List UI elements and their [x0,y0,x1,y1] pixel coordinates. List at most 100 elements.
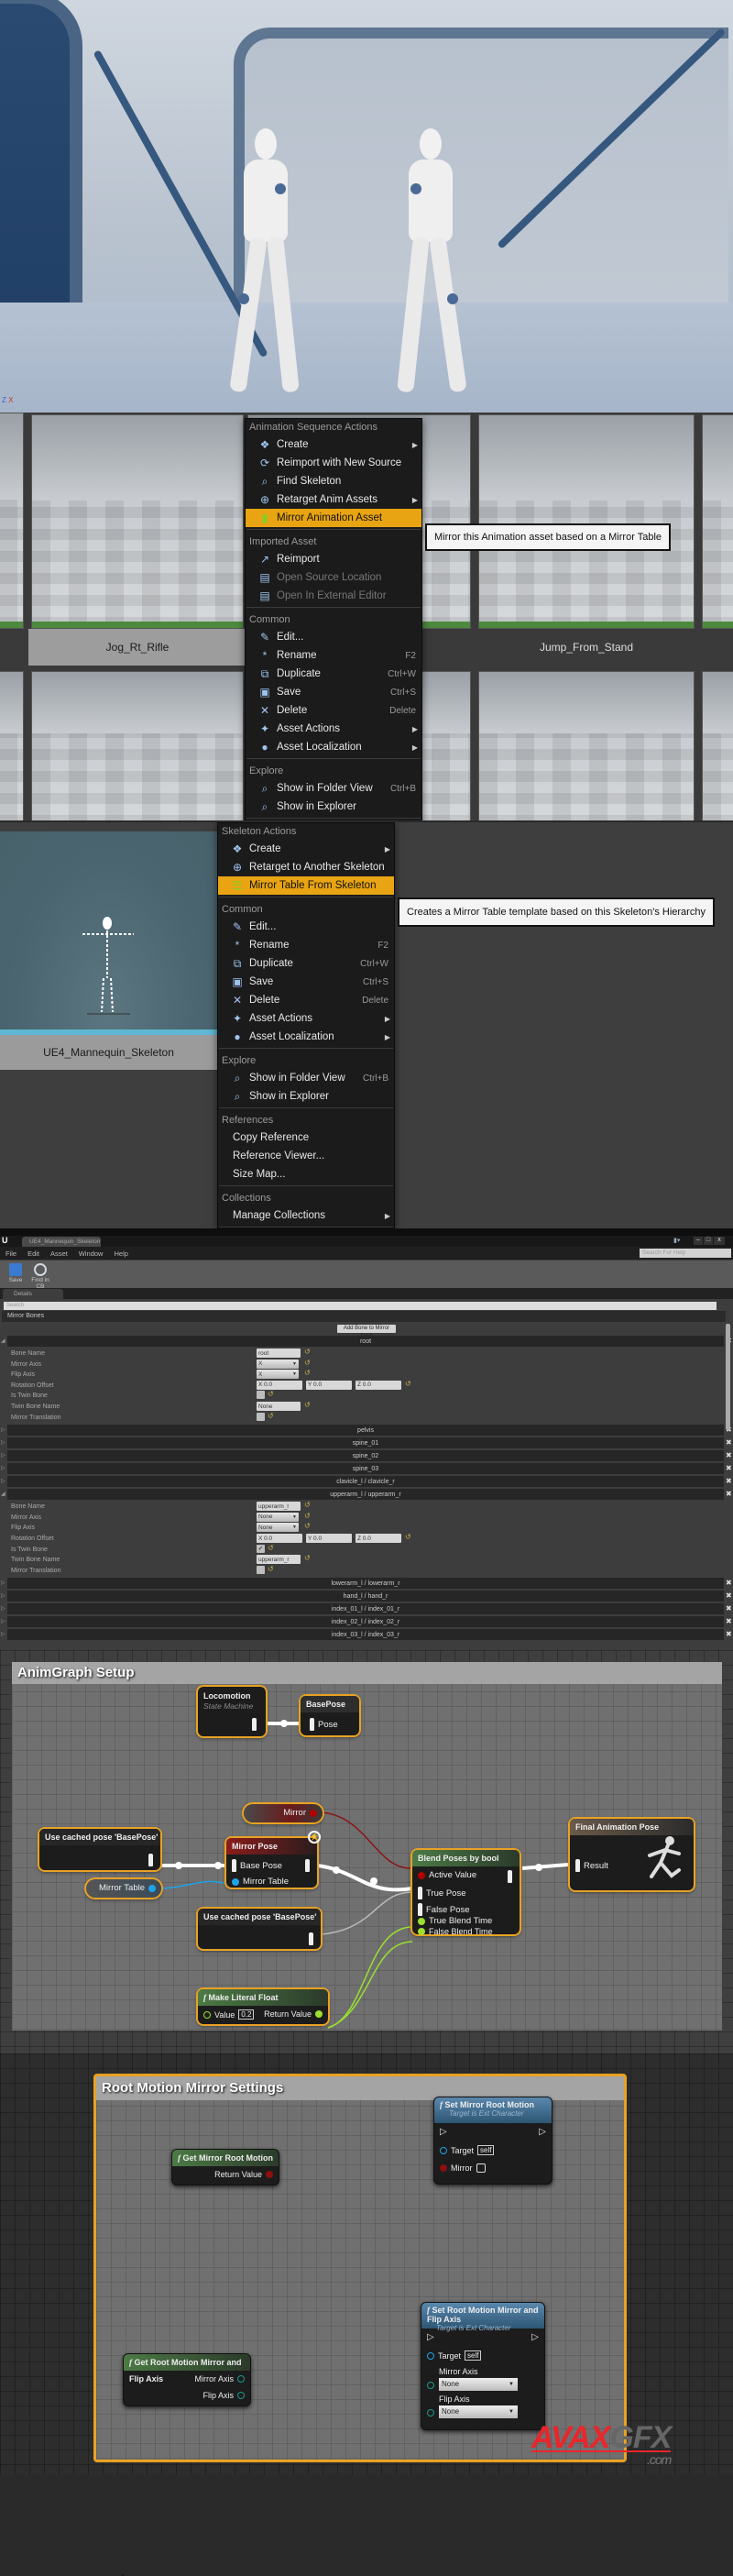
bone-entry-header[interactable]: clavicle_l / clavicle_r [7,1476,724,1488]
exec-out-pin-icon[interactable]: ▷ [531,2332,539,2342]
dropdown-mirror-axis[interactable]: X ▼ [257,1359,299,1369]
target-input[interactable]: self [465,2350,482,2361]
pose-pin-icon[interactable] [575,1859,580,1872]
menu-item-show-in-explorer[interactable]: ⌕ Show in Explorer [246,798,421,816]
enum-pin-icon[interactable] [237,2375,245,2383]
menu-item-duplicate[interactable]: ⧉ Duplicate Ctrl+W [218,954,394,973]
struct-pin-icon[interactable] [232,1877,239,1886]
asset-thumbnail[interactable] [0,413,24,629]
remove-entry-icon[interactable]: ✖ [726,1477,732,1485]
menu-item-reimport[interactable]: ↗ Reimport [246,550,421,568]
reset-icon[interactable]: ↺ [268,1544,274,1552]
bone-entry-header[interactable]: index_02_l / index_02_r [7,1616,724,1628]
node-cached-pose-2[interactable]: Use cached pose 'BasePose' [198,1909,321,1949]
bone-entry-header[interactable]: spine_01 [7,1437,724,1449]
remove-entry-icon[interactable]: ✖ [726,1617,732,1625]
reset-icon[interactable]: ↺ [304,1501,311,1509]
pose-pin-icon[interactable] [418,1903,422,1916]
menu-item-save[interactable]: ▣ Save Ctrl+S [246,683,421,701]
menu-item-retarget-to-another-skeleton[interactable]: ⊕ Retarget to Another Skeleton [218,858,394,876]
expand-arrow-icon[interactable]: ▷ [1,1580,5,1586]
reset-icon[interactable]: ↺ [304,1512,311,1520]
text-field-bone-name[interactable]: root [257,1349,301,1358]
reset-icon[interactable]: ↺ [304,1369,311,1377]
expand-arrow-icon[interactable]: ▷ [1,1439,5,1446]
node-get-mirror-root-motion[interactable]: f Get Mirror Root Motion Return Value [171,2149,279,2185]
menu-item-edit[interactable]: ✎ Edit... [246,628,421,646]
bone-entry-header[interactable]: index_01_l / index_01_r [7,1603,724,1615]
reset-icon[interactable]: ↺ [304,1401,311,1409]
menu-item-rename[interactable]: * Rename F2 [218,936,394,954]
reset-icon[interactable]: ↺ [304,1522,311,1530]
asset-label[interactable]: Jump_From_Stand [478,629,695,666]
bone-entry-header[interactable]: index_03_l / index_03_r [7,1629,724,1641]
enum-pin-icon[interactable] [237,2392,245,2399]
skeleton-asset-label[interactable]: UE4_Mannequin_Skeleton [0,1035,217,1070]
node-set-root-motion-axis[interactable]: f Set Root Motion Mirror and Flip Axis Ta… [421,2302,545,2430]
remove-entry-icon[interactable]: ✖ [726,1438,732,1447]
pose-pin-icon[interactable] [418,1887,422,1899]
expand-arrow-icon[interactable]: ◢ [1,1338,5,1344]
reset-icon[interactable]: ↺ [268,1412,274,1420]
level-viewport[interactable]: Z X [0,0,733,413]
node-blend-poses-by-bool[interactable]: Blend Poses by bool Active Value True Po… [412,1850,520,1936]
menu-item-reference-viewer[interactable]: Reference Viewer... [218,1147,394,1165]
reset-icon[interactable]: ↺ [268,1565,274,1573]
text-field-bone-name[interactable]: upperarm_l [257,1502,301,1512]
node-set-mirror-root-motion[interactable]: f Set Mirror Root Motion Target is Ext Ch… [433,2097,552,2185]
node-cached-pose-1[interactable]: Use cached pose 'BasePose' [39,1829,160,1870]
reset-icon[interactable]: ↺ [304,1554,311,1562]
pose-pin-icon[interactable] [232,1859,236,1872]
pose-output-pin-icon[interactable] [508,1870,512,1883]
expand-arrow-icon[interactable]: ◢ [1,1491,5,1497]
remove-entry-icon[interactable]: ✖ [726,1604,732,1613]
menu-item-show-in-explorer[interactable]: ⌕ Show in Explorer [218,1087,394,1106]
menu-item-asset-actions[interactable]: ✦ Asset Actions ▶ [246,720,421,738]
expand-arrow-icon[interactable]: ▷ [1,1478,5,1484]
expand-arrow-icon[interactable]: ▷ [1,1631,5,1637]
menu-item-delete[interactable]: ✕ Delete Delete [246,701,421,720]
node-get-root-motion-axis[interactable]: f Get Root Motion Mirror and Flip Axis M… [123,2353,251,2406]
dropdown-flip-axis[interactable]: X ▼ [257,1370,299,1380]
float-pin-icon[interactable] [315,2010,323,2018]
reset-icon[interactable]: ↺ [304,1359,311,1367]
var-mirror-table[interactable]: Mirror Table [86,1879,161,1898]
dropdown-flip-axis[interactable]: None ▼ [257,1523,299,1533]
remove-entry-icon[interactable]: ✖ [726,1464,732,1472]
checkbox-mirror-translation[interactable] [257,1412,265,1421]
bone-entry-header[interactable]: upperarm_l / upperarm_r [7,1489,724,1501]
reset-icon[interactable]: ↺ [405,1380,411,1388]
menu-item-manage-collections[interactable]: Manage Collections ▶ [218,1206,394,1225]
menu-item-duplicate[interactable]: ⧉ Duplicate Ctrl+W [246,665,421,683]
object-pin-icon[interactable] [427,2351,434,2360]
rotation-offset-x[interactable]: X 0.0 [257,1534,302,1543]
pose-pin-icon[interactable] [252,1718,257,1731]
menu-item-show-in-folder-view[interactable]: ⌕ Show in Folder View Ctrl+B [246,779,421,798]
menu-item-copy-reference[interactable]: Copy Reference [218,1128,394,1147]
menu-item-asset-localization[interactable]: ● Asset Localization ▶ [246,738,421,756]
remove-entry-icon[interactable]: ✖ [726,1579,732,1587]
checkbox-is-twin[interactable] [257,1391,265,1400]
text-field-twin-name[interactable]: None [257,1402,301,1411]
pose-pin-icon[interactable] [309,1932,313,1945]
bool-pin-icon[interactable] [440,2164,447,2172]
float-pin-icon[interactable] [418,1928,425,1935]
remove-entry-icon[interactable]: ✖ [726,1591,732,1600]
asset-thumbnail[interactable] [0,671,24,820]
expand-arrow-icon[interactable]: ▷ [1,1592,5,1599]
animgraph-canvas[interactable]: AnimGraph Setup Locomotion State Machine… [0,1650,733,2053]
rotation-offset-z[interactable]: Z 0.0 [356,1534,401,1543]
remove-entry-icon[interactable]: ✖ [726,1451,732,1459]
remove-entry-icon[interactable]: ✖ [726,1490,732,1498]
expand-arrow-icon[interactable]: ▷ [1,1452,5,1459]
remove-entry-icon[interactable]: ✖ [726,1630,732,1638]
enum-pin-icon[interactable] [427,2409,434,2416]
node-make-literal-float[interactable]: f Make Literal Float Value 0.2 Return Val… [198,1989,328,2024]
menu-item-open-source-location[interactable]: ▤ Open Source Location [246,568,421,587]
bool-pin-icon[interactable] [310,1809,317,1817]
menu-item-asset-localization[interactable]: ● Asset Localization ▶ [218,1028,394,1046]
rotation-offset-y[interactable]: Y 0.0 [306,1380,352,1390]
bone-entry-header[interactable]: root [7,1336,724,1347]
var-mirror[interactable]: Mirror [244,1804,323,1822]
bone-entry-header[interactable]: pelvis [7,1425,724,1437]
